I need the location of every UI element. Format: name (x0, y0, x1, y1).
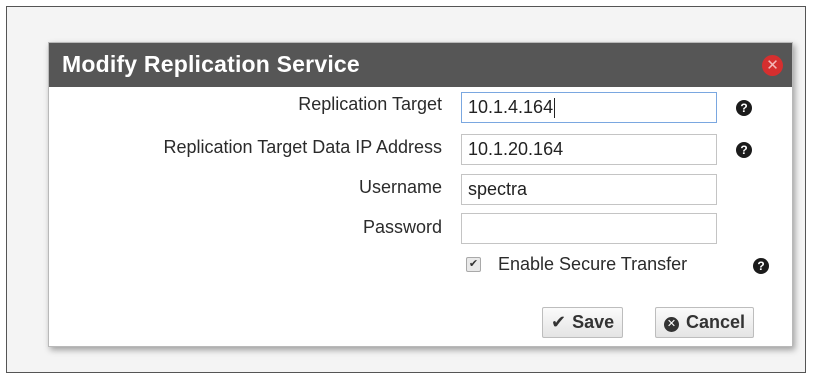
replication-target-label: Replication Target (298, 94, 442, 114)
dialog-titlebar: Modify Replication Service ✕ (49, 43, 792, 87)
username-input[interactable]: spectra (461, 174, 717, 205)
password-input[interactable] (461, 213, 717, 244)
cancel-circle-icon: ✕ (664, 317, 679, 332)
check-icon: ✔ (551, 312, 567, 332)
cancel-button[interactable]: ✕ Cancel (655, 307, 755, 338)
help-icon[interactable]: ? (736, 100, 752, 116)
dialog-title: Modify Replication Service (62, 51, 360, 77)
username-label: Username (358, 177, 442, 197)
replication-target-input[interactable]: 10.1.4.164 (461, 92, 717, 123)
help-icon[interactable]: ? (753, 258, 769, 274)
secure-transfer-checkbox[interactable]: ✔ (466, 257, 481, 272)
help-icon[interactable]: ? (736, 142, 752, 158)
data-ip-label: Replication Target Data IP Address (163, 137, 443, 157)
close-icon[interactable]: ✕ (762, 55, 783, 76)
data-ip-input[interactable]: 10.1.20.164 (461, 134, 717, 165)
password-label: Password (362, 217, 442, 237)
text-caret (554, 98, 556, 119)
secure-transfer-label: Enable Secure Transfer (498, 254, 688, 274)
save-button[interactable]: ✔ Save (542, 307, 624, 338)
modify-replication-dialog: Modify Replication Service ✕ Replication… (48, 42, 793, 347)
